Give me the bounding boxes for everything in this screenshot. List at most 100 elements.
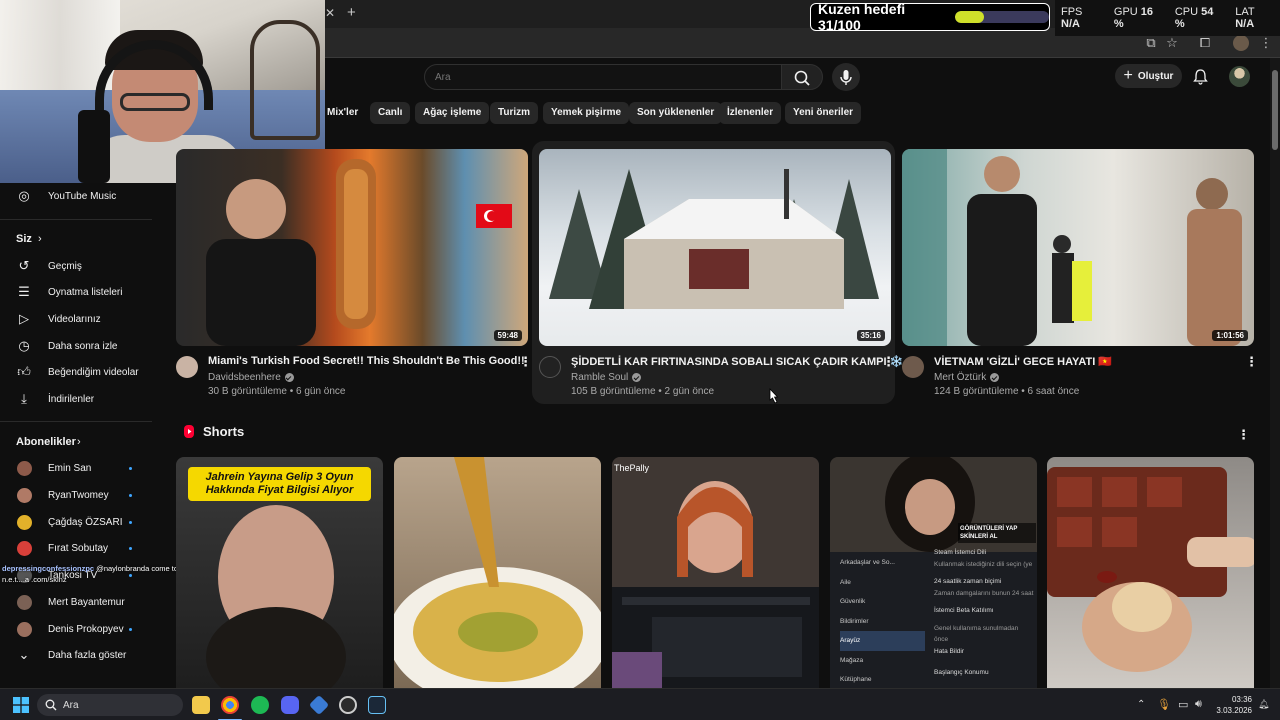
chevron-right-icon: › xyxy=(38,233,42,245)
video-meta: 124 B görüntüleme • 6 saat önce xyxy=(934,386,1080,397)
sidebar-sub-item[interactable]: RyanTwomey xyxy=(0,482,160,508)
more-options-icon[interactable]: ⋮ xyxy=(1237,427,1250,443)
steam-icon[interactable] xyxy=(368,696,386,714)
video-title[interactable]: VİETNAM 'GİZLİ' GECE HAYATI 🇻🇳 xyxy=(934,355,1112,368)
cpu-stat: CPU 54 % xyxy=(1174,6,1214,30)
create-button[interactable]: + Oluştur xyxy=(1115,64,1182,88)
shorts-header: Shorts xyxy=(183,424,244,439)
short-thumbnail[interactable] xyxy=(394,457,601,688)
chevron-down-icon: ⌄ xyxy=(18,647,30,662)
channel-name[interactable]: Davidsbeenhere xyxy=(208,372,294,383)
file-explorer-icon[interactable] xyxy=(192,696,210,714)
volume-icon[interactable]: 🔊︎ xyxy=(1195,698,1202,711)
search-input[interactable] xyxy=(424,64,782,90)
menu-dots-icon[interactable]: ⋮ xyxy=(1258,35,1274,51)
chip-cooking[interactable]: Yemek pişirme xyxy=(543,102,630,124)
channel-name[interactable]: Mert Öztürk xyxy=(934,372,1000,383)
tray-chevron-up-icon[interactable]: ⌃ xyxy=(1137,699,1145,710)
avatar xyxy=(17,594,32,610)
channel-name[interactable]: Ramble Soul xyxy=(571,372,642,383)
taskbar-search[interactable]: Ara xyxy=(37,694,183,716)
playlists-icon: ☰ xyxy=(18,284,30,299)
chip-recently-uploaded[interactable]: Son yüklenenler xyxy=(629,102,723,124)
sidebar-sub-item[interactable]: Emin San xyxy=(0,455,160,481)
short-tag: ThePally xyxy=(614,463,650,473)
sidebar-sub-item[interactable]: Denis Prokopyev xyxy=(0,616,160,642)
search-button[interactable] xyxy=(781,64,823,90)
chip-woodworking[interactable]: Ağaç işleme xyxy=(415,102,490,124)
taskbar-clock[interactable]: 03:36 3.03.2026 xyxy=(1212,694,1252,716)
chip-live[interactable]: Canlı xyxy=(370,102,411,124)
sidebar-item-downloads[interactable]: ⤓ İndirilenler xyxy=(0,386,160,412)
sidebar-item-watch-later[interactable]: ◷ Daha sonra izle xyxy=(0,333,160,359)
gpu-stat: GPU 16 % xyxy=(1113,6,1154,30)
clock-icon: ◷ xyxy=(18,338,30,353)
download-icon: ⤓ xyxy=(21,391,27,406)
sidebar-you-heading[interactable]: Siz › xyxy=(0,226,160,252)
channel-avatar[interactable] xyxy=(176,356,198,378)
avatar xyxy=(17,487,32,503)
sidebar-sub-item[interactable]: Mert Bayantemur xyxy=(0,589,160,615)
video-thumbnail[interactable]: 59:48 xyxy=(176,149,528,346)
windows-start-icon[interactable] xyxy=(13,697,29,713)
microphone-icon[interactable]: 🎙︎ xyxy=(1157,698,1171,711)
video-thumbnail[interactable]: 35:16 xyxy=(539,149,891,346)
discord-icon[interactable] xyxy=(281,696,299,714)
notification-bell-icon[interactable]: 🔔︎ xyxy=(1258,699,1269,710)
short-thumbnail[interactable]: Jahrein Yayına Gelip 3 Oyun Hakkında Fiy… xyxy=(176,457,383,688)
chip-tourism[interactable]: Turizm xyxy=(490,102,539,124)
short-thumbnail[interactable]: GÖRÜNTÜLERİ YAP SKİNLERİ AL Arkadaşlar v… xyxy=(830,457,1037,688)
search-bar xyxy=(424,64,823,90)
sidebar-item-youtube-music[interactable]: ◎ YouTube Music xyxy=(0,183,160,209)
sidebar-item-playlists[interactable]: ☰ Oynatma listeleri xyxy=(0,279,160,305)
channel-avatar[interactable] xyxy=(902,356,924,378)
more-options-icon[interactable]: ⋮ xyxy=(519,355,532,370)
video-title[interactable]: ŞİDDETLİ KAR FIRTINASINDA SOBALI SICAK Ç… xyxy=(571,355,903,368)
spotify-icon[interactable] xyxy=(251,696,269,714)
short-thumbnail[interactable] xyxy=(1047,457,1254,688)
network-icon[interactable]: ▭ xyxy=(1178,698,1188,711)
bookmark-star-icon[interactable]: ☆ xyxy=(1164,35,1180,51)
short-thumbnail[interactable]: ThePally xyxy=(612,457,819,688)
os-taskbar: Ara ⌃ 🎙︎ ▭ 🔊︎ 03:36 3.03.2026 🔔︎ xyxy=(0,688,1280,720)
video-duration: 35:16 xyxy=(856,330,885,341)
goal-text: Kuzen hedefi 31/100 xyxy=(818,1,906,33)
account-avatar[interactable] xyxy=(1229,66,1250,87)
obs-icon[interactable] xyxy=(339,696,357,714)
chrome-icon[interactable] xyxy=(221,696,239,714)
voice-search-button[interactable] xyxy=(832,63,860,91)
chip-new-to-you[interactable]: Yeni öneriler xyxy=(785,102,862,124)
youtube-music-icon: ◎ xyxy=(18,188,30,203)
sidebar-item-history[interactable]: ↺ Geçmiş xyxy=(0,253,160,279)
new-content-dot xyxy=(129,466,132,470)
channel-avatar[interactable] xyxy=(539,356,561,378)
sidebar-show-more[interactable]: ⌄ Daha fazla göster xyxy=(0,642,160,668)
notifications-bell-icon[interactable] xyxy=(1192,68,1209,85)
sidebar-item-liked-videos[interactable]: 👍︎ Beğendiğim videolar xyxy=(0,359,160,385)
sidebar-subscriptions-heading[interactable]: Abonelikler › xyxy=(0,429,160,455)
video-thumbnail[interactable]: 1:01:56 xyxy=(902,149,1254,346)
extensions-icon[interactable]: ⧠ xyxy=(1197,35,1213,51)
screen-share-icon[interactable]: ⧉ xyxy=(1143,35,1159,51)
new-content-dot xyxy=(129,627,132,631)
profile-icon[interactable] xyxy=(1233,35,1249,51)
video-duration: 1:01:56 xyxy=(1212,330,1248,341)
more-options-icon[interactable]: ⋮ xyxy=(1245,355,1258,370)
history-icon: ↺ xyxy=(18,258,30,273)
video-title[interactable]: Miami's Turkish Food Secret!! This Shoul… xyxy=(208,355,525,367)
perf-stats: FPS N/A GPU 16 % CPU 54 % LAT N/A xyxy=(1055,0,1280,36)
sidebar-sub-item[interactable]: Fırat Sobutay xyxy=(0,535,160,561)
chip-watched[interactable]: İzlenenler xyxy=(719,102,782,124)
avatar xyxy=(17,540,32,556)
avatar xyxy=(17,460,32,476)
page-scrollbar[interactable] xyxy=(1270,58,1280,688)
sidebar-item-your-videos[interactable]: ▷ Videolarınız xyxy=(0,306,160,332)
scrollbar-thumb[interactable] xyxy=(1272,70,1278,150)
new-tab-icon[interactable]: + xyxy=(347,4,356,21)
microphone-icon xyxy=(840,70,852,85)
more-options-icon[interactable]: ⋮ xyxy=(882,355,895,370)
chip-mixes[interactable]: Mix'ler xyxy=(320,102,366,124)
app-icon[interactable] xyxy=(308,694,330,716)
tab-close-icon[interactable]: ✕ xyxy=(325,6,335,20)
sidebar-sub-item[interactable]: Çağdaş ÖZSARI xyxy=(0,509,160,535)
